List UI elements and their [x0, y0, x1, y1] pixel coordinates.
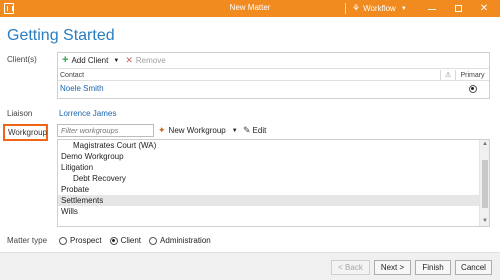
- list-item[interactable]: Wills: [58, 206, 489, 217]
- matter-type-prospect[interactable]: Prospect: [59, 236, 102, 245]
- liaison-link[interactable]: Lorrence James: [59, 109, 116, 118]
- minimize-button[interactable]: [420, 0, 444, 17]
- wand-icon: ✦: [158, 125, 166, 135]
- chevron-down-icon[interactable]: ▼: [232, 128, 238, 134]
- primary-cell: [456, 84, 489, 93]
- chevron-down-icon[interactable]: ▼: [113, 58, 119, 64]
- client-panel: + Add Client ▼ ✕ Remove Contact ⚠ Primar…: [57, 52, 490, 99]
- administration-radio[interactable]: [149, 236, 158, 245]
- scroll-down-icon[interactable]: ▼: [480, 217, 489, 226]
- add-client-label: Add Client: [71, 56, 109, 65]
- title-bar: New Matter ⚘ Workflow ▼ ✕: [0, 0, 500, 17]
- scroll-thumb[interactable]: [482, 160, 488, 208]
- remove-icon: ✕: [125, 55, 133, 65]
- page-title: Getting Started: [7, 27, 115, 44]
- list-item[interactable]: Probate: [58, 184, 489, 195]
- workgroup-list[interactable]: Magistrates Court (WA) Demo Workgroup Li…: [57, 139, 490, 227]
- matter-type-administration[interactable]: Administration: [149, 236, 211, 245]
- list-item[interactable]: Litigation: [58, 162, 489, 173]
- clients-label: Client(s): [7, 55, 37, 64]
- remove-client-label: Remove: [135, 56, 166, 65]
- chevron-down-icon: ▼: [400, 5, 407, 12]
- footer-bar: < Back Next > Finish Cancel: [0, 252, 500, 280]
- new-workgroup-button[interactable]: ✦ New Workgroup ▼: [158, 125, 238, 136]
- prospect-label[interactable]: Prospect: [70, 236, 102, 245]
- list-item[interactable]: Demo Workgroup: [58, 151, 489, 162]
- administration-label[interactable]: Administration: [160, 236, 211, 245]
- back-button[interactable]: < Back: [331, 260, 370, 275]
- add-client-button[interactable]: + Add Client ▼: [62, 54, 119, 68]
- liaison-label: Liaison: [7, 109, 33, 118]
- column-primary[interactable]: Primary: [456, 70, 489, 80]
- primary-radio[interactable]: [468, 84, 477, 93]
- workgroup-filter-input[interactable]: [57, 124, 154, 137]
- list-item[interactable]: Settlements: [58, 195, 489, 206]
- client-name-link[interactable]: Noele Smith: [58, 84, 456, 93]
- close-icon: ✕: [479, 3, 489, 14]
- titlebar-divider: [345, 3, 346, 14]
- table-row[interactable]: Noele Smith: [58, 82, 489, 95]
- edit-workgroup-button[interactable]: ✎ Edit: [243, 125, 266, 136]
- cancel-button[interactable]: Cancel: [455, 260, 492, 275]
- warning-icon[interactable]: ⚠: [441, 70, 456, 80]
- pencil-icon: ✎: [243, 125, 251, 135]
- workflow-icon: ⚘: [352, 3, 361, 13]
- list-item[interactable]: Debt Recovery: [58, 173, 489, 184]
- prospect-radio[interactable]: [59, 236, 67, 245]
- remove-client-button[interactable]: ✕ Remove: [125, 54, 165, 68]
- new-workgroup-label: New Workgroup: [168, 126, 226, 135]
- maximize-button[interactable]: [446, 0, 470, 17]
- matter-type-label: Matter type: [7, 236, 48, 245]
- plus-icon: +: [62, 54, 69, 66]
- list-item[interactable]: Magistrates Court (WA): [58, 140, 489, 151]
- matter-type-options: Prospect Client Administration: [59, 236, 215, 245]
- scroll-up-icon[interactable]: ▲: [480, 140, 489, 149]
- workgroup-scrollbar[interactable]: ▲ ▼: [479, 140, 489, 226]
- client-label[interactable]: Client: [121, 236, 141, 245]
- next-button[interactable]: Next >: [374, 260, 411, 275]
- edit-workgroup-label: Edit: [252, 126, 267, 135]
- minimize-icon: [428, 9, 436, 10]
- workgroup-label: Workgroup: [3, 124, 48, 141]
- close-button[interactable]: ✕: [472, 0, 496, 17]
- finish-button[interactable]: Finish: [415, 260, 451, 275]
- workflow-button[interactable]: ⚘ Workflow ▼: [352, 2, 407, 15]
- client-radio[interactable]: [109, 236, 118, 245]
- maximize-icon: [454, 5, 462, 12]
- column-contact[interactable]: Contact: [58, 70, 441, 80]
- matter-type-client[interactable]: Client: [109, 236, 141, 245]
- client-grid-header: Contact ⚠ Primary: [58, 70, 489, 81]
- client-toolbar: + Add Client ▼ ✕ Remove: [58, 53, 489, 69]
- workflow-label: Workflow: [363, 4, 396, 13]
